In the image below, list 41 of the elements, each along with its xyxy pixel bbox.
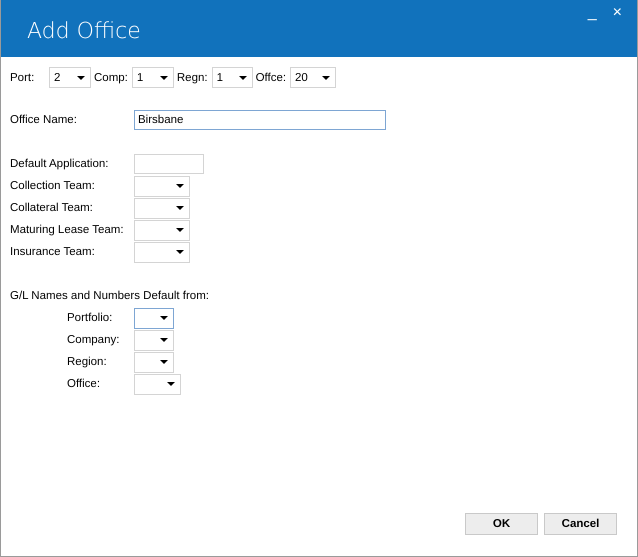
dropdown-icon (322, 76, 330, 80)
dropdown[interactable]: 2 (49, 67, 91, 88)
field-label: Offce: (256, 72, 286, 84)
field-label: Portfolio: (67, 312, 114, 324)
field-label: Insurance Team: (10, 246, 96, 258)
dropdown-icon (238, 76, 247, 80)
dropdown-icon (176, 250, 184, 254)
field-label: Company: (67, 334, 120, 346)
field-label: Regn: (176, 72, 208, 84)
field-label: Port: (10, 72, 36, 84)
dropdown[interactable] (134, 352, 174, 372)
input-field[interactable] (134, 154, 204, 174)
field-label: Maturing Lease Team: (10, 224, 125, 236)
field-label: Collection Team: (10, 180, 96, 192)
dropdown[interactable] (134, 308, 174, 328)
window-title: Add Office (27, 19, 141, 44)
field-label: Default Application: (10, 158, 110, 170)
minimize-button[interactable]: _ (584, 4, 600, 22)
field-label: Region: (67, 356, 108, 368)
dropdown[interactable]: 1 (212, 67, 253, 88)
dropdown-icon (167, 382, 175, 386)
dropdown-icon (176, 228, 184, 232)
field-label: Office: (67, 378, 102, 390)
dropdown-icon (160, 338, 168, 342)
cancel-button[interactable]: Cancel (544, 513, 617, 535)
close-button[interactable]: × (610, 4, 625, 22)
dropdown-icon (160, 360, 168, 364)
dropdown-icon (176, 206, 184, 210)
section-heading: G/L Names and Numbers Default from: (10, 290, 209, 302)
field-label: Comp: (94, 72, 128, 84)
ok-button[interactable]: OK (465, 513, 538, 535)
dropdown-icon (176, 184, 184, 188)
dropdown[interactable]: 20 (290, 67, 336, 88)
dropdown[interactable] (134, 330, 174, 350)
dropdown-icon (77, 76, 85, 80)
field-label: Office Name: (10, 114, 78, 126)
dropdown-icon (160, 316, 168, 320)
dropdown-icon (160, 76, 168, 80)
input-field[interactable]: Birsbane (134, 110, 386, 130)
dropdown[interactable]: 1 (132, 67, 174, 88)
field-label: Collateral Team: (10, 202, 94, 214)
